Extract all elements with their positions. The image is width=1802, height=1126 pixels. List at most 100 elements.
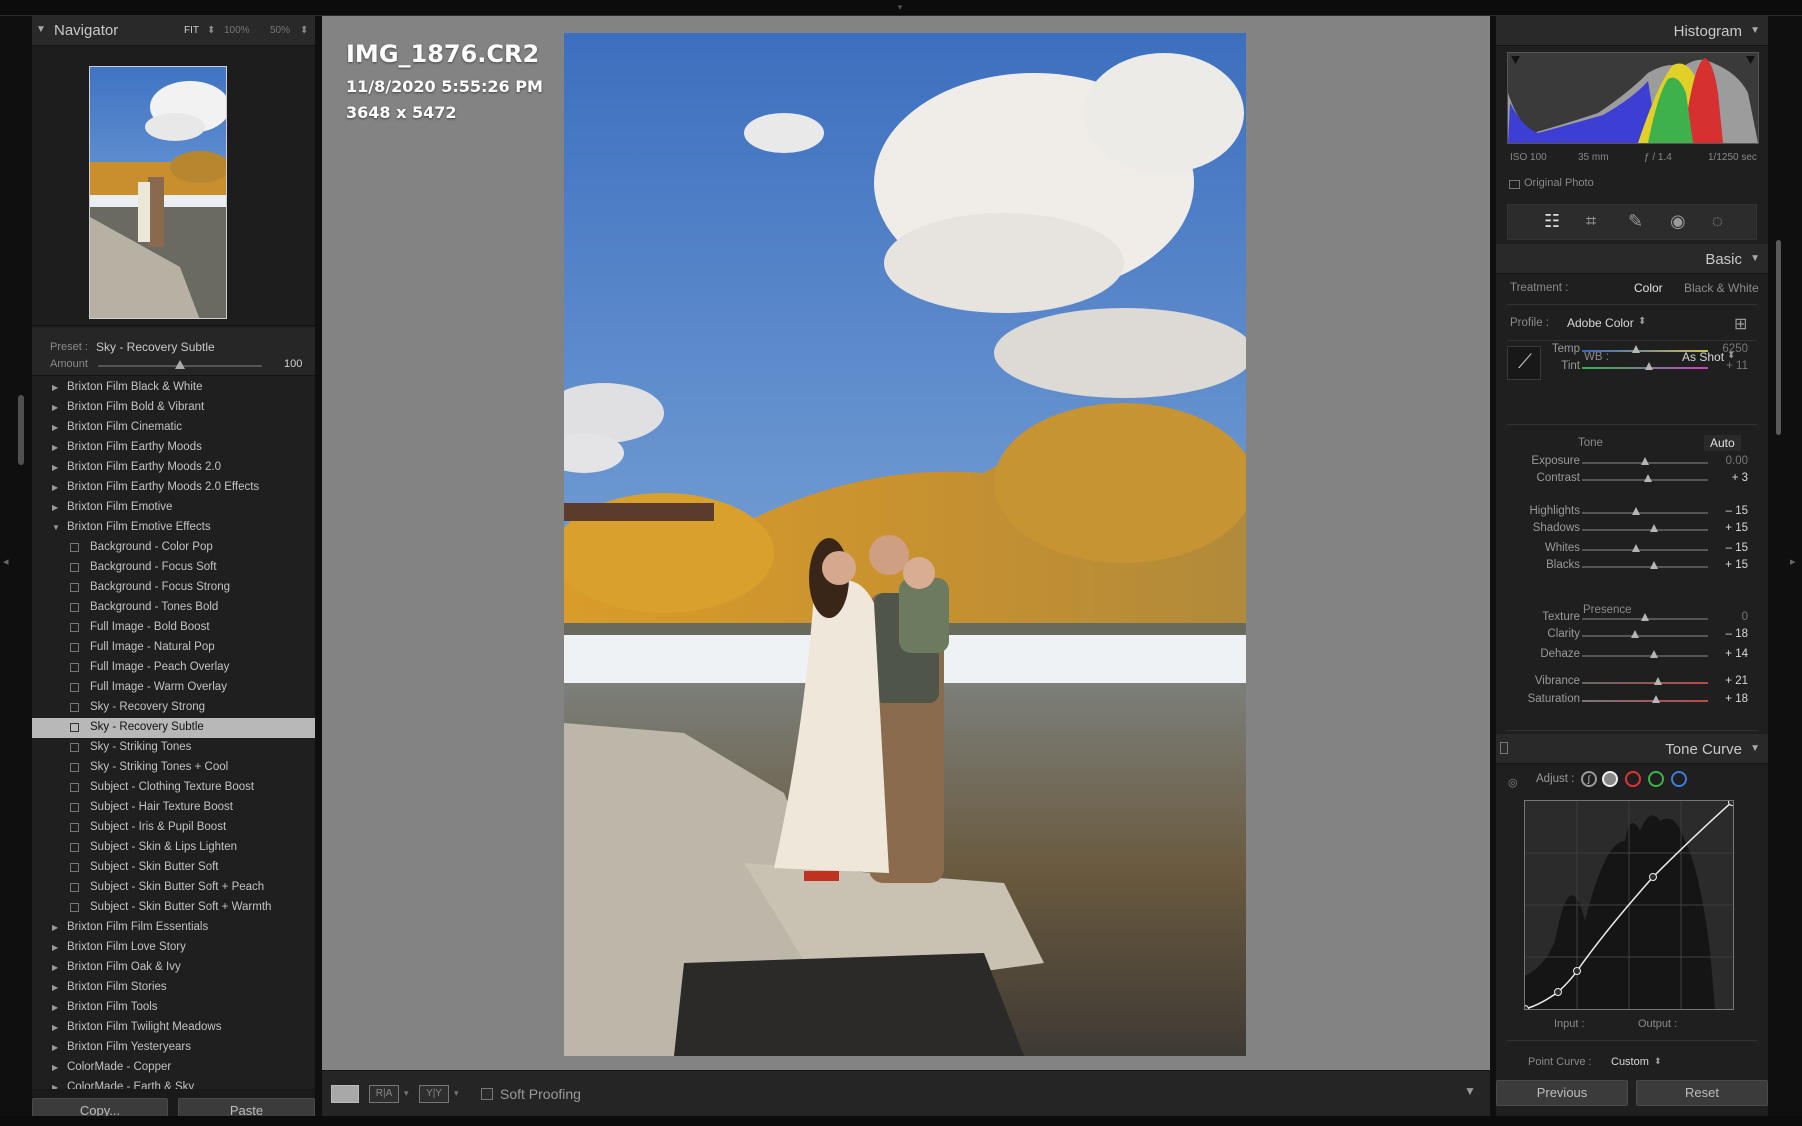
zoom-fit[interactable]: FIT [184,25,199,36]
navigator-preview-area[interactable] [32,46,315,326]
collapsed-triangle-icon[interactable]: ▶ [52,1003,58,1012]
texture-slider-knob[interactable] [1641,613,1649,621]
preset-item-row[interactable]: Sky - Striking Tones [32,738,315,758]
left-panel-toggle-icon[interactable]: ◂ [3,555,9,568]
tint-value[interactable]: + 11 [1726,360,1748,372]
collapse-triangle-icon[interactable]: ▼ [1750,253,1760,264]
preset-item-row[interactable]: Full Image - Bold Boost [32,618,315,638]
collapse-triangle-icon[interactable]: ▼ [1750,25,1760,36]
collapsed-triangle-icon[interactable]: ▶ [52,383,58,392]
contrast-slider-knob[interactable] [1643,474,1652,482]
zoom-100[interactable]: 100% [224,25,250,36]
loupe-view-icon[interactable] [331,1085,359,1103]
zoom-50[interactable]: 50% [270,25,290,36]
histogram-header[interactable]: Histogram ▼ [1496,16,1768,46]
point-curve-stepper-icon[interactable]: ⬍ [1654,1056,1662,1067]
redeye-icon[interactable]: ◉ [1670,211,1686,232]
shadows-slider-knob[interactable] [1649,524,1658,532]
mask-icon[interactable]: ◌ [1712,211,1723,232]
collapsed-triangle-icon[interactable]: ▶ [52,1043,58,1052]
preset-group-row[interactable]: ▶ Brixton Film Oak & Ivy [32,958,315,978]
preset-item-row[interactable]: Background - Tones Bold [32,598,315,618]
collapsed-triangle-icon[interactable]: ▶ [52,403,58,412]
preset-item-row[interactable]: Full Image - Natural Pop [32,638,315,658]
target-adjust-icon[interactable]: ◎ [1508,776,1518,789]
preset-item-row[interactable]: Subject - Skin Butter Soft + Peach [32,878,315,898]
toolbar-menu-icon[interactable]: ▼ [1464,1084,1476,1098]
preset-item-row[interactable]: Sky - Recovery Subtle [32,718,315,738]
preset-group-row[interactable]: ▶ Brixton Film Twilight Meadows [32,1018,315,1038]
sliders-icon[interactable]: ☷ [1544,211,1560,232]
collapsed-triangle-icon[interactable]: ▶ [52,943,58,952]
preset-group-row[interactable]: ▶ ColorMade - Earth & Sky [32,1078,315,1089]
whites-value[interactable]: – 15 [1726,542,1748,554]
original-photo-checkbox[interactable] [1509,180,1520,189]
preset-item-row[interactable]: Subject - Clothing Texture Boost [32,778,315,798]
contrast-value[interactable]: + 3 [1732,472,1748,484]
red-channel-icon[interactable] [1625,771,1641,787]
blacks-value[interactable]: + 15 [1725,559,1748,571]
highlights-slider-knob[interactable] [1632,507,1641,515]
tone-curve-header[interactable]: Tone Curve ▼ [1496,734,1768,764]
saturation-value[interactable]: + 18 [1725,693,1748,705]
collapsed-triangle-icon[interactable]: ▶ [52,443,58,452]
collapsed-triangle-icon[interactable]: ▶ [52,963,58,972]
preset-group-row[interactable]: ▶ Brixton Film Tools [32,998,315,1018]
preset-item-row[interactable]: Full Image - Warm Overlay [32,678,315,698]
auto-tone-button[interactable]: Auto [1704,435,1741,451]
image-canvas[interactable]: IMG_1876.CR2 11/8/2020 5:55:26 PM 3648 x… [322,16,1490,1070]
preset-group-row[interactable]: ▶ ColorMade - Copper [32,1058,315,1078]
right-panel-scrollbar[interactable] [1776,240,1781,435]
navigator-header[interactable]: ▼ Navigator FIT ⬍ 100% 50% ⬍ [32,16,315,46]
collapse-arrow-icon[interactable]: ▾ [893,3,907,12]
collapsed-triangle-icon[interactable]: ▶ [52,423,58,432]
preset-group-row[interactable]: ▶ Brixton Film Yesteryears [32,1038,315,1058]
preset-group-row[interactable]: ▶ Brixton Film Bold & Vibrant [32,398,315,418]
main-photo[interactable] [564,33,1246,1056]
exposure-slider-knob[interactable] [1641,457,1649,465]
histogram-graph[interactable] [1507,52,1759,144]
preset-group-row[interactable]: ▶ Brixton Film Emotive [32,498,315,518]
green-channel-icon[interactable] [1648,771,1664,787]
preset-group-row[interactable]: ▶ Brixton Film Stories [32,978,315,998]
point-curve-dropdown[interactable]: Custom [1611,1056,1649,1068]
temp-slider-track[interactable] [1582,350,1708,352]
texture-value[interactable]: 0 [1742,611,1748,623]
top-panel-toggle-bar[interactable]: ▾ [0,0,1802,16]
blacks-slider-knob[interactable] [1649,561,1658,569]
tone-curve-graph[interactable] [1521,798,1736,1013]
preset-group-row[interactable]: ▶ Brixton Film Black & White [32,378,315,398]
blacks-slider-track[interactable] [1582,566,1708,568]
clarity-value[interactable]: – 18 [1726,628,1748,640]
preset-item-row[interactable]: Subject - Skin Butter Soft + Warmth [32,898,315,918]
preset-item-row[interactable]: Sky - Recovery Strong [32,698,315,718]
zoom-fit-stepper-icon[interactable]: ⬍ [207,25,215,36]
yy-dropdown-icon[interactable]: ▾ [454,1088,459,1099]
preset-item-row[interactable]: Sky - Striking Tones + Cool [32,758,315,778]
healing-icon[interactable]: ✎ [1628,211,1643,232]
exposure-value[interactable]: 0.00 [1726,455,1748,467]
preset-item-row[interactable]: Background - Color Pop [32,538,315,558]
collapse-triangle-icon[interactable]: ▼ [1750,743,1760,754]
dehaze-slider-track[interactable] [1582,655,1708,657]
expanded-triangle-icon[interactable]: ▼ [52,523,60,532]
preset-item-row[interactable]: Full Image - Peach Overlay [32,658,315,678]
collapsed-triangle-icon[interactable]: ▶ [52,1023,58,1032]
amount-slider-knob[interactable] [175,360,185,369]
shadows-slider-track[interactable] [1582,529,1708,531]
clarity-slider-knob[interactable] [1630,630,1639,638]
preset-group-row[interactable]: ▶ Brixton Film Earthy Moods 2.0 Effects [32,478,315,498]
collapsed-triangle-icon[interactable]: ▶ [52,503,58,512]
collapsed-triangle-icon[interactable]: ▶ [52,483,58,492]
bottom-panel-toggle-bar[interactable] [0,1116,1802,1126]
zoom-stepper-icon[interactable]: ⬍ [300,25,308,36]
clarity-slider-track[interactable] [1582,635,1708,637]
highlights-value[interactable]: – 15 [1726,505,1748,517]
vibrance-slider-track[interactable] [1582,682,1708,684]
before-after-lr-icon[interactable]: R|A [369,1085,399,1103]
crop-icon[interactable]: ⌗ [1586,211,1596,232]
preset-group-row[interactable]: ▶ Brixton Film Earthy Moods 2.0 [32,458,315,478]
preset-group-row[interactable]: ▶ Brixton Film Cinematic [32,418,315,438]
point-curve-white-icon[interactable] [1602,771,1618,787]
navigator-thumbnail[interactable] [89,66,227,319]
